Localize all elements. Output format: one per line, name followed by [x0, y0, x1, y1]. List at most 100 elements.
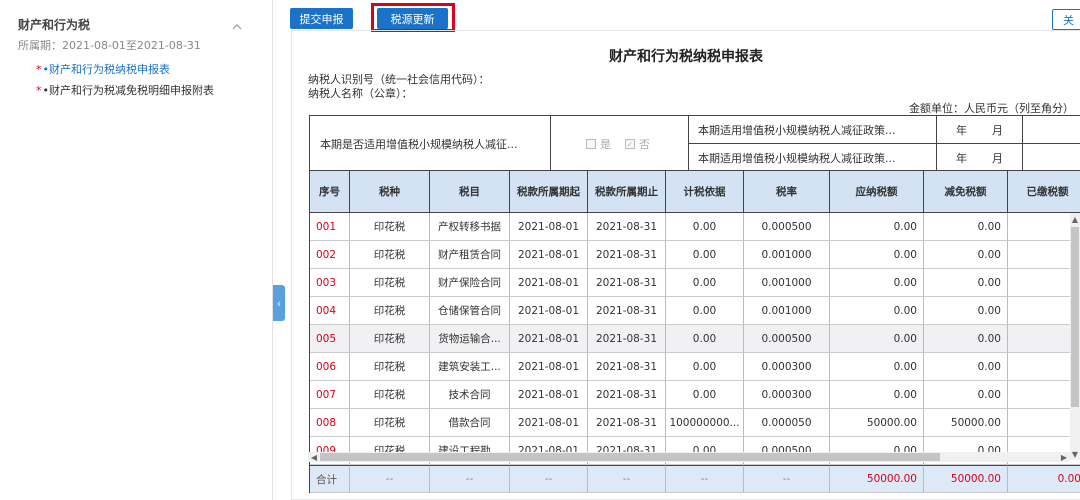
total-dash: --: [588, 465, 666, 493]
sidebar: 财产和行为税 所属期：2021-08-01至2021-08-31 *•财产和行为…: [0, 0, 273, 500]
cell-start: 2021-08-01: [510, 241, 588, 269]
cell-seq: 006: [310, 353, 350, 381]
cell-end: 2021-08-31: [588, 353, 666, 381]
cell-seq: 001: [310, 213, 350, 241]
cell-seq: 008: [310, 409, 350, 437]
cell-tax: 印花税: [350, 325, 430, 353]
cell-payable: 0.00: [830, 353, 924, 381]
sidebar-item-main-report[interactable]: *•财产和行为税纳税申报表: [36, 61, 170, 77]
table-row[interactable]: 007 印花税 技术合同 2021-08-01 2021-08-31 0.00 0.0003…: [310, 381, 1080, 409]
header-seq: 序号: [310, 171, 350, 213]
submit-declaration-button[interactable]: 提交申报: [290, 8, 353, 29]
header-tax: 税种: [350, 171, 430, 213]
chevron-up-icon[interactable]: [232, 22, 242, 32]
cell-start: 2021-08-01: [510, 213, 588, 241]
table-row[interactable]: 001 印花税 产权转移书据 2021-08-01 2021-08-31 0.00 0.00…: [310, 213, 1080, 241]
cell-start: 2021-08-01: [510, 381, 588, 409]
sidebar-item-relief-schedule[interactable]: *•财产和行为税减免税明细申报附表: [36, 82, 214, 98]
total-dash: --: [666, 465, 744, 493]
total-dash: --: [350, 465, 430, 493]
cell-tax: 印花税: [350, 297, 430, 325]
sidebar-period: 所属期：2021-08-01至2021-08-31: [18, 39, 201, 52]
total-paid: 0.00: [1008, 465, 1080, 493]
policy-start-year[interactable]: 年: [956, 116, 967, 143]
cell-seq: 005: [310, 325, 350, 353]
cell-end: 2021-08-31: [588, 325, 666, 353]
cell-item: 建筑安装工...: [430, 353, 510, 381]
cell-relief: 0.00: [924, 353, 1008, 381]
cell-rate: 0.000500: [744, 213, 830, 241]
yes-checkbox[interactable]: 是: [586, 136, 611, 152]
sidebar-item-label: •财产和行为税纳税申报表: [42, 63, 171, 76]
cell-payable: 0.00: [830, 269, 924, 297]
cell-basis: 0.00: [666, 297, 744, 325]
total-dash: --: [744, 465, 830, 493]
total-payable: 50000.00: [830, 465, 924, 493]
cell-payable: 50000.00: [830, 409, 924, 437]
policy-end-year[interactable]: 年: [956, 144, 967, 172]
cell-relief: 0.00: [924, 241, 1008, 269]
policy-end-label: 本期适用增值税小规模纳税人减征政策...: [698, 152, 896, 165]
cell-payable: 0.00: [830, 297, 924, 325]
scroll-thumb[interactable]: [1071, 227, 1079, 407]
cell-tax: 印花税: [350, 269, 430, 297]
table-row[interactable]: 002 印花税 财产租赁合同 2021-08-01 2021-08-31 0.00 0.00…: [310, 241, 1080, 269]
table-total-row: 合计 -- -- -- -- -- -- 50000.00 50000.00 0…: [310, 465, 1080, 493]
table-row[interactable]: 006 印花税 建筑安装工... 2021-08-01 2021-08-31 0.00 0.…: [310, 353, 1080, 381]
cell-relief: 0.00: [924, 269, 1008, 297]
cell-item: 产权转移书据: [430, 213, 510, 241]
form-title: 财产和行为税纳税申报表: [609, 49, 763, 65]
cell-basis: 0.00: [666, 325, 744, 353]
cell-basis: 0.00: [666, 353, 744, 381]
table-row[interactable]: 008 印花税 借款合同 2021-08-01 2021-08-31 100000000.…: [310, 409, 1080, 437]
report-panel: 财产和行为税纳税申报表 纳税人识别号（统一社会信用代码）： 纳税人名称（公章）：…: [291, 30, 1080, 500]
required-marker: *: [36, 63, 42, 76]
header-period-start: 税款所属期起: [510, 171, 588, 213]
total-label: 合计: [310, 465, 350, 493]
cell-relief: 0.00: [924, 325, 1008, 353]
scroll-right-icon[interactable]: ▶: [1058, 452, 1070, 462]
table-row[interactable]: 005 印花税 货物运输合... 2021-08-01 2021-08-31 0.00 0.…: [310, 325, 1080, 353]
yes-label: 是: [600, 138, 611, 151]
vertical-scrollbar[interactable]: ▲ ▼: [1070, 213, 1080, 460]
small-scale-question: 本期是否适用增值税小规模纳税人减征...: [320, 138, 518, 151]
cell-seq: 007: [310, 381, 350, 409]
scroll-left-icon[interactable]: ◀: [308, 452, 320, 462]
cell-end: 2021-08-31: [588, 241, 666, 269]
cell-rate: 0.001000: [744, 269, 830, 297]
cell-tax: 印花税: [350, 353, 430, 381]
cell-basis: 0.00: [666, 381, 744, 409]
scroll-up-icon[interactable]: ▲: [1070, 213, 1080, 225]
table-row[interactable]: 003 印花税 财产保险合同 2021-08-01 2021-08-31 0.00 0.00…: [310, 269, 1080, 297]
no-label: 否: [639, 138, 650, 151]
cell-end: 2021-08-31: [588, 213, 666, 241]
cell-start: 2021-08-01: [510, 325, 588, 353]
cell-rate: 0.000050: [744, 409, 830, 437]
cell-payable: 0.00: [830, 381, 924, 409]
sidebar-item-label: •财产和行为税减免税明细申报附表: [42, 84, 215, 97]
scroll-down-icon[interactable]: ▼: [1070, 448, 1080, 460]
check-icon: ✓: [625, 139, 635, 149]
horizontal-scrollbar[interactable]: ◀ ▶: [308, 452, 1070, 462]
policy-info-table: 本期是否适用增值税小规模纳税人减征... 是 ✓ 否 本期适用增值税小规模纳税人减…: [309, 115, 1080, 172]
cell-payable: 0.00: [830, 241, 924, 269]
close-button[interactable]: 关: [1052, 9, 1080, 30]
table-row[interactable]: 004 印花税 仓储保管合同 2021-08-01 2021-08-31 0.00 0.00…: [310, 297, 1080, 325]
tax-source-update-button[interactable]: 税源更新: [377, 8, 448, 29]
cell-item: 技术合同: [430, 381, 510, 409]
cell-item: 财产保险合同: [430, 269, 510, 297]
scroll-thumb[interactable]: [320, 453, 940, 461]
cell-rate: 0.000300: [744, 353, 830, 381]
tax-declaration-table: 序号 税种 税目 税款所属期起 税款所属期止 计税依据 税率 应纳税额 减免税额…: [309, 171, 1080, 493]
policy-end-month[interactable]: 月: [992, 144, 1003, 172]
cell-rate: 0.001000: [744, 241, 830, 269]
collapse-sidebar-button[interactable]: ‹: [273, 285, 285, 321]
cell-basis: 0.00: [666, 269, 744, 297]
cell-start: 2021-08-01: [510, 409, 588, 437]
cell-payable: 0.00: [830, 213, 924, 241]
cell-relief: 50000.00: [924, 409, 1008, 437]
cell-end: 2021-08-31: [588, 409, 666, 437]
cell-end: 2021-08-31: [588, 297, 666, 325]
policy-start-month[interactable]: 月: [992, 116, 1003, 143]
no-checkbox[interactable]: ✓ 否: [625, 136, 650, 152]
